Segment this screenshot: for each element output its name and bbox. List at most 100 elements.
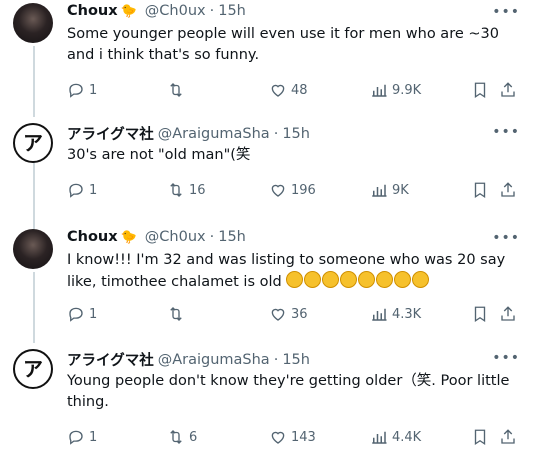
tweet[interactable]: ア アライグマ社 @AraigumaSha · 15h ••• Young pe… [0, 339, 540, 452]
bookmark-button[interactable] [471, 428, 489, 446]
handle[interactable]: @AraigumaSha [158, 126, 270, 142]
heart-icon [271, 431, 285, 444]
view-count: 4.4K [392, 429, 422, 445]
tweet[interactable]: ア アライグマ社 @AraigumaSha · 15h ••• 30's are… [0, 113, 540, 226]
bookmark-icon [474, 429, 486, 446]
retweet-icon [170, 430, 182, 444]
thread-line [33, 272, 35, 339]
thread-line [33, 46, 35, 113]
chick-icon: 🐤 [120, 3, 137, 19]
heart-icon [271, 84, 285, 97]
avatar-logo: ア [23, 131, 43, 155]
reply-button[interactable]: 1 [67, 181, 97, 199]
avatar[interactable] [13, 229, 53, 269]
like-button[interactable]: 143 [269, 428, 316, 446]
display-name[interactable]: Choux [67, 229, 118, 245]
like-count: 48 [291, 82, 308, 98]
reply-button[interactable]: 1 [67, 81, 97, 99]
chick-icon: 🐤 [120, 229, 137, 245]
retweet-button[interactable]: 16 [167, 181, 206, 199]
scream-emoji-icon [322, 271, 340, 288]
more-options-icon[interactable]: ••• [492, 350, 520, 366]
like-count: 196 [291, 182, 316, 198]
display-name[interactable]: Choux [67, 3, 118, 19]
separator-dot: · [273, 351, 279, 368]
timestamp[interactable]: 15h [282, 352, 310, 368]
retweet-count: 16 [189, 182, 206, 198]
retweet-button[interactable] [167, 81, 189, 99]
separator-dot: · [209, 3, 215, 19]
thread-line [33, 159, 35, 226]
retweet-count: 6 [189, 429, 198, 445]
view-count: 9K [392, 182, 409, 198]
like-count: 143 [291, 429, 316, 445]
view-count: 4.3K [392, 306, 422, 322]
share-icon [501, 182, 515, 197]
avatar[interactable] [13, 3, 53, 43]
analytics-icon [372, 431, 387, 444]
like-button[interactable]: 36 [269, 305, 308, 323]
bookmark-button[interactable] [471, 181, 489, 199]
reply-count: 1 [89, 182, 98, 198]
tweet-text: Some younger people will even use it for… [67, 26, 499, 63]
tweet[interactable]: Choux 🐤 @Ch0ux · 15h ••• I know!!! I'm 3… [0, 226, 540, 339]
views-button[interactable]: 4.3K [370, 305, 421, 323]
retweet-button[interactable] [167, 305, 189, 323]
share-button[interactable] [499, 181, 517, 199]
action-bar: 1 16 196 9K [67, 180, 520, 200]
timestamp[interactable]: 15h [218, 3, 246, 19]
reply-count: 1 [89, 306, 98, 322]
thread-line [33, 113, 35, 117]
timestamp[interactable]: 15h [282, 126, 310, 142]
handle[interactable]: @Ch0ux [145, 3, 206, 19]
analytics-icon [372, 308, 387, 321]
bookmark-button[interactable] [471, 305, 489, 323]
analytics-icon [372, 84, 387, 97]
heart-icon [271, 184, 285, 197]
bookmark-button[interactable] [471, 81, 489, 99]
like-button[interactable]: 196 [269, 181, 316, 199]
bookmark-icon [474, 182, 486, 199]
bookmark-icon [474, 306, 486, 323]
more-options-icon[interactable]: ••• [492, 4, 520, 20]
avatar[interactable]: ア [13, 349, 53, 389]
share-icon [501, 82, 515, 97]
share-button[interactable] [499, 428, 517, 446]
display-name[interactable]: アライグマ社 [67, 349, 154, 370]
tweet-text: Young people don't know they're getting … [67, 373, 510, 410]
handle[interactable]: @Ch0ux [145, 229, 206, 245]
like-button[interactable]: 48 [269, 81, 308, 99]
handle[interactable]: @AraigumaSha [158, 352, 270, 368]
display-name[interactable]: アライグマ社 [67, 123, 154, 144]
scream-emoji-icon [286, 271, 304, 288]
share-button[interactable] [499, 305, 517, 323]
reply-count: 1 [89, 429, 98, 445]
reply-icon [69, 83, 83, 98]
views-button[interactable]: 4.4K [370, 428, 421, 446]
views-button[interactable]: 9.9K [370, 81, 421, 99]
share-icon [501, 306, 515, 321]
reply-icon [69, 430, 83, 445]
thread-line [33, 339, 35, 343]
more-options-icon[interactable]: ••• [492, 230, 520, 246]
views-button[interactable]: 9K [370, 181, 409, 199]
more-options-icon[interactable]: ••• [492, 124, 520, 140]
retweet-icon [170, 307, 182, 321]
reply-button[interactable]: 1 [67, 305, 97, 323]
action-bar: 1 36 4.3K [67, 304, 520, 324]
reply-button[interactable]: 1 [67, 428, 97, 446]
scream-emoji-row [286, 271, 430, 290]
share-button[interactable] [499, 81, 517, 99]
tweet-text: I know!!! I'm 32 and was listing to some… [67, 250, 529, 293]
scream-emoji-icon [412, 271, 430, 288]
avatar[interactable]: ア [13, 123, 53, 163]
scream-emoji-icon [358, 271, 376, 288]
bookmark-icon [474, 82, 486, 99]
scream-emoji-icon [304, 271, 322, 288]
scream-emoji-icon [376, 271, 394, 288]
analytics-icon [372, 184, 387, 197]
timestamp[interactable]: 15h [218, 229, 246, 245]
tweet[interactable]: Choux 🐤 @Ch0ux · 15h ••• Some younger pe… [0, 0, 540, 113]
separator-dot: · [209, 229, 215, 245]
retweet-button[interactable]: 6 [167, 428, 197, 446]
